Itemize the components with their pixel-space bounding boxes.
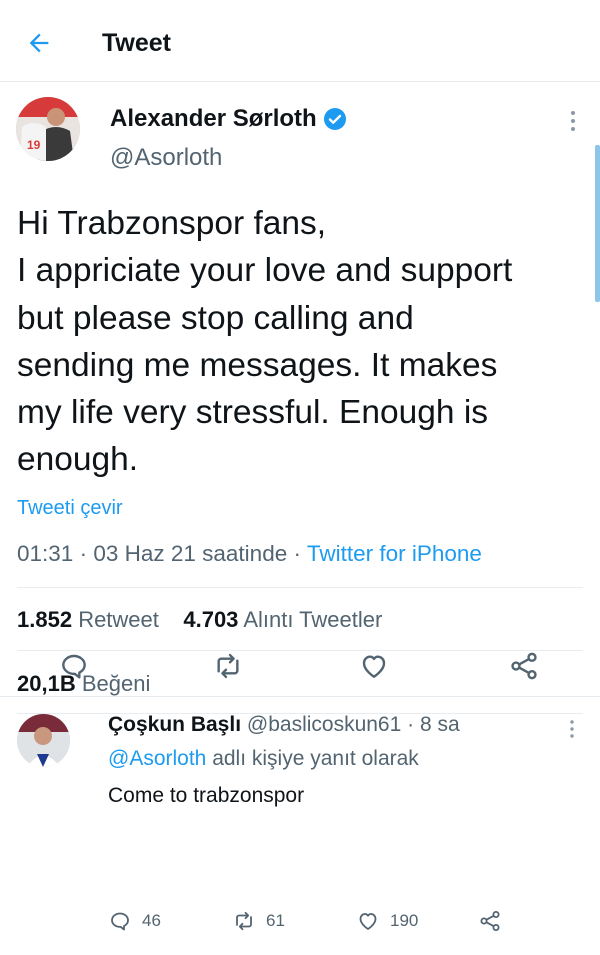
divider (17, 587, 583, 588)
more-options-icon[interactable] (568, 719, 576, 739)
retweet-label: Retweet (78, 607, 159, 632)
reply-retweet-count: 61 (266, 911, 285, 930)
tweet-line: I appriciate your love and support (17, 252, 513, 290)
reply-header: Çoşkun Başlı @baslicoskun61 · 8 sa (108, 713, 460, 736)
reply-author-handle[interactable]: @baslicoskun61 (247, 713, 401, 736)
tweet-line: but please stop calling and (17, 299, 414, 337)
author-handle[interactable]: @Asorloth (110, 144, 222, 172)
verified-badge-icon (323, 108, 346, 130)
reply-mention[interactable]: @Asorloth (108, 747, 206, 770)
author-name[interactable]: Alexander Sørloth (110, 105, 347, 133)
tweet-line: enough. (17, 441, 139, 479)
tweet-line: Hi Trabzonspor fans, (17, 205, 327, 242)
reply-like-button[interactable]: 190 (356, 909, 418, 933)
more-options-icon[interactable] (568, 109, 578, 133)
reply-count: 46 (142, 911, 161, 930)
replying-to: @Asorloth adlı kişiye yanıt olarak (108, 747, 419, 771)
replying-suffix: adlı kişiye yanıt olarak (212, 747, 419, 770)
like-icon[interactable] (358, 650, 390, 682)
tweet-text: Hi Trabzonspor fans, I appriciate your l… (17, 200, 587, 484)
page-title: Tweet (102, 29, 171, 57)
translate-link[interactable]: Tweeti çevir (17, 497, 123, 520)
reply-reply-button[interactable]: 46 (108, 909, 161, 933)
reply-time[interactable]: 8 sa (420, 713, 460, 736)
svg-text:19: 19 (27, 138, 41, 152)
author-name-text: Alexander Sørloth (110, 105, 317, 132)
reply-icon[interactable] (58, 650, 90, 682)
retweet-count: 1.852 (17, 607, 73, 632)
like-icon (359, 913, 377, 930)
reply-like-count: 190 (390, 911, 419, 930)
reply-share-button[interactable] (478, 909, 512, 933)
avatar-image: 19 (16, 97, 80, 161)
tweet-actions (0, 644, 600, 688)
scrollbar[interactable] (595, 145, 600, 302)
retweet-icon (236, 911, 252, 931)
top-bar: Tweet (0, 0, 600, 82)
share-icon (480, 911, 500, 931)
retweet-icon[interactable] (212, 650, 244, 682)
tweet-line: my life very stressful. Enough is (17, 394, 489, 432)
retweet-quote-stats: 1.852 Retweet 4.703 Alıntı Tweetler (17, 607, 382, 633)
avatar[interactable] (17, 714, 70, 767)
arrow-left-icon (29, 33, 49, 53)
tweet-line: sending me messages. It makes (17, 346, 498, 384)
retweet-stat[interactable]: 1.852 Retweet (17, 607, 159, 632)
tweet-meta: 01:31 · 03 Haz 21 saatinde · Twitter for… (17, 541, 482, 566)
tweet-date[interactable]: 03 Haz 21 saatinde (93, 541, 287, 566)
reply-author-name[interactable]: Çoşkun Başlı (108, 713, 241, 736)
quote-count: 4.703 (183, 607, 239, 632)
share-icon[interactable] (508, 650, 540, 682)
avatar-image (17, 714, 70, 767)
reply-tweet[interactable]: Çoşkun Başlı @baslicoskun61 · 8 sa @Asor… (0, 697, 600, 955)
back-button[interactable] (22, 26, 56, 60)
quote-label: Alıntı Tweetler (243, 607, 383, 632)
reply-text: Come to trabzonspor (108, 784, 305, 807)
tweet-source[interactable]: Twitter for iPhone (307, 541, 482, 566)
quote-stat[interactable]: 4.703 Alıntı Tweetler (183, 607, 382, 632)
avatar[interactable]: 19 (16, 97, 80, 161)
reply-icon (111, 912, 129, 931)
reply-retweet-button[interactable]: 61 (232, 909, 285, 933)
tweet-time[interactable]: 01:31 (17, 541, 73, 566)
reply-actions: 46 61 190 (108, 909, 588, 939)
